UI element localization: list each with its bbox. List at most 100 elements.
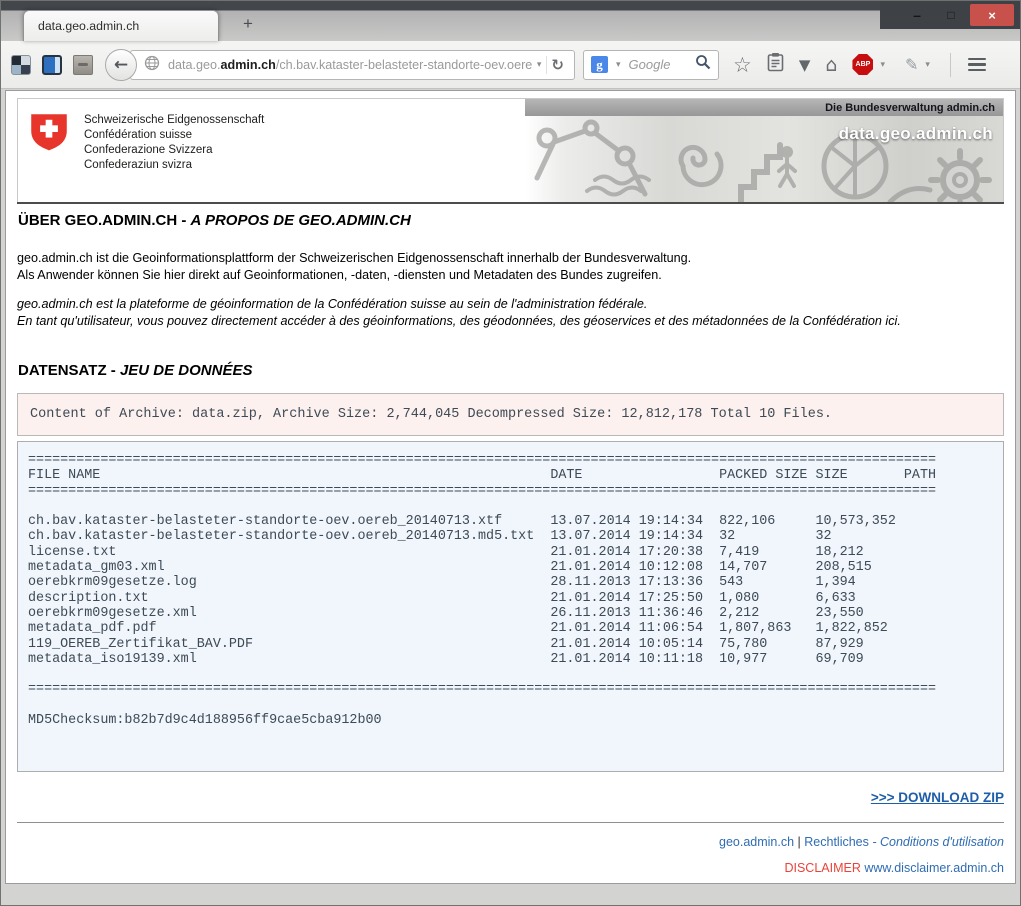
- legal-link[interactable]: Rechtliches: [804, 835, 869, 849]
- file-row: ch.bav.kataster-belasteter-standorte-oev…: [28, 514, 993, 529]
- navigation-toolbar: ← data.geo.admin.ch/ch.bav.kataster-bela…: [1, 41, 1020, 89]
- search-engine-caret-icon[interactable]: ▾: [611, 60, 626, 70]
- confederation-logo-block: Schweizerische Eidgenossenschaft Confédé…: [18, 99, 525, 202]
- about-heading-de: ÜBER GEO.ADMIN.CH: [18, 212, 177, 229]
- archive-summary-bar: Content of Archive: data.zip, Archive Si…: [17, 393, 1004, 436]
- dataset-heading-fr: JEU DE DONNÉES: [120, 362, 253, 379]
- toolbar-buttons: ☆ ▼ ⌂ ABP ▾ ✎ ▾: [733, 52, 988, 77]
- file-row: oerebkrm09gesetze.xml 26.11.2013 11:36:4…: [28, 606, 993, 621]
- file-row: metadata_gm03.xml 21.01.2014 10:12:08 14…: [28, 560, 993, 575]
- tab-title: data.geo.admin.ch: [38, 19, 139, 33]
- file-row: ch.bav.kataster-belasteter-standorte-oev…: [28, 529, 993, 544]
- maximize-button[interactable]: □: [936, 4, 966, 26]
- browser-tab[interactable]: data.geo.admin.ch: [23, 10, 219, 41]
- header-banner: Die Bundesverwaltung admin.ch data.geo.a…: [525, 99, 1003, 202]
- admin-bar-label[interactable]: Die Bundesverwaltung admin.ch: [825, 102, 995, 114]
- close-button[interactable]: ×: [970, 4, 1014, 26]
- admin-bar[interactable]: Die Bundesverwaltung admin.ch: [525, 99, 1003, 116]
- about-fr-line: geo.admin.ch est la plateforme de géoinf…: [17, 296, 1004, 313]
- about-fr-line: En tant qu'utilisateur, vous pouvez dire…: [17, 313, 1004, 330]
- confederation-names: Schweizerische Eidgenossenschaft Confédé…: [84, 112, 264, 202]
- listing-spacer: [28, 698, 993, 713]
- download-row: >>> DOWNLOAD ZIP: [17, 789, 1004, 807]
- logo-line: Schweizerische Eidgenossenschaft: [84, 113, 264, 128]
- logo-line: Confederazione Svizzera: [84, 143, 264, 158]
- site-header: Schweizerische Eidgenossenschaft Confédé…: [17, 98, 1004, 202]
- page-content: Schweizerische Eidgenossenschaft Confédé…: [6, 91, 1015, 875]
- file-row: 119_OEREB_Zertifikat_BAV.PDF 21.01.2014 …: [28, 637, 993, 652]
- dataset-heading: DATENSATZ - JEU DE DONNÉES: [18, 362, 1004, 379]
- listing-spacer: [28, 744, 993, 759]
- reload-icon[interactable]: ↻: [546, 56, 568, 74]
- swiss-shield-icon: [29, 112, 69, 202]
- disclaimer-label: DISCLAIMER: [784, 861, 860, 875]
- listing-spacer: [28, 667, 993, 682]
- listing-rule: ========================================…: [28, 484, 993, 499]
- back-arrow-icon: ←: [114, 55, 128, 75]
- downloads-icon[interactable]: ▼: [799, 56, 811, 74]
- file-row: description.txt 21.01.2014 17:25:50 1,08…: [28, 591, 993, 606]
- magnifier-icon[interactable]: [695, 54, 711, 75]
- search-box[interactable]: g ▾ Google: [583, 50, 719, 80]
- bookmark-star-icon[interactable]: ☆: [733, 53, 752, 77]
- window-controls: – □ ×: [880, 1, 1020, 29]
- file-row: metadata_iso19139.xml 21.01.2014 10:11:1…: [28, 652, 993, 667]
- toolbar-separator: [950, 53, 951, 77]
- about-heading-fr: A PROPOS DE GEO.ADMIN.CH: [191, 212, 411, 229]
- minimize-button[interactable]: –: [902, 4, 932, 26]
- new-tab-button[interactable]: +: [235, 14, 261, 34]
- site-title: data.geo.admin.ch: [839, 124, 993, 144]
- about-de-line: Als Anwender können Sie hier direkt auf …: [17, 267, 1004, 284]
- disclaimer-line: DISCLAIMER www.disclaimer.admin.ch: [17, 861, 1004, 875]
- url-domain: admin.ch: [221, 58, 276, 72]
- conditions-link[interactable]: - Conditions d'utilisation: [869, 835, 1004, 849]
- page-viewport: Schweizerische Eidgenossenschaft Confédé…: [5, 90, 1016, 884]
- search-input[interactable]: Google: [629, 57, 692, 72]
- logo-line: Confédération suisse: [84, 128, 264, 143]
- listing-spacer: [28, 728, 993, 743]
- listing-rule: ========================================…: [28, 453, 993, 468]
- listing-column-headers: FILE NAME DATE PACKED SIZE SIZE PATH: [28, 468, 993, 483]
- download-zip-link[interactable]: >>> DOWNLOAD ZIP: [871, 790, 1004, 805]
- url-bar[interactable]: data.geo.admin.ch/ch.bav.kataster-belast…: [130, 50, 575, 80]
- md5-checksum: MD5Checksum:b82b7d9c4d188956ff9cae5cba91…: [28, 713, 993, 728]
- about-heading: ÜBER GEO.ADMIN.CH - A PROPOS DE GEO.ADMI…: [18, 212, 1004, 229]
- devtool-pen-icon[interactable]: ✎: [905, 55, 918, 74]
- back-button[interactable]: ←: [105, 49, 137, 81]
- adblock-button[interactable]: ABP ▾: [852, 54, 890, 75]
- listing-spacer: [28, 499, 993, 514]
- devtool-caret-icon[interactable]: ▾: [920, 60, 935, 70]
- menu-hamburger-icon[interactable]: [966, 54, 988, 76]
- url-path: /ch.bav.kataster-belasteter-standorte-oe…: [276, 58, 532, 72]
- addon-buttons: [11, 55, 93, 75]
- about-de-line: geo.admin.ch ist die Geoinformationsplat…: [17, 250, 1004, 267]
- browser-window: data.geo.admin.ch + – □ × ← data.geo.adm…: [0, 0, 1021, 906]
- dataset-heading-de: DATENSATZ: [18, 362, 107, 379]
- sidebar-addon-icon[interactable]: [42, 55, 62, 75]
- adblock-icon[interactable]: ABP: [852, 54, 873, 75]
- file-row: metadata_pdf.pdf 21.01.2014 11:06:54 1,8…: [28, 621, 993, 636]
- google-favicon: g: [591, 56, 608, 73]
- url-text[interactable]: data.geo.admin.ch/ch.bav.kataster-belast…: [168, 58, 532, 72]
- adblock-caret-icon[interactable]: ▾: [875, 60, 890, 70]
- devtool-button[interactable]: ✎ ▾: [905, 55, 935, 74]
- urlbar-dropdown-icon[interactable]: ▾: [532, 60, 547, 70]
- listing-rule: ========================================…: [28, 682, 993, 697]
- archive-listing: ========================================…: [17, 441, 1004, 772]
- file-row: oerebkrm09gesetze.log 28.11.2013 17:13:3…: [28, 575, 993, 590]
- titlebar: data.geo.admin.ch + – □ ×: [1, 1, 1020, 41]
- home-icon[interactable]: ⌂: [825, 54, 837, 76]
- logo-line: Confederaziun svizra: [84, 158, 264, 173]
- footer-divider: [17, 822, 1004, 823]
- screenshot-addon-icon[interactable]: [11, 55, 31, 75]
- about-paragraph-de: geo.admin.ch ist die Geoinformationsplat…: [17, 250, 1004, 284]
- archive-addon-icon[interactable]: [73, 55, 93, 75]
- file-row: license.txt 21.01.2014 17:20:38 7,419 18…: [28, 545, 993, 560]
- geoadmin-link[interactable]: geo.admin.ch: [719, 835, 794, 849]
- bookmarks-clipboard-icon[interactable]: [767, 52, 784, 77]
- footer-links: geo.admin.ch | Rechtliches - Conditions …: [17, 835, 1004, 849]
- about-paragraph-fr: geo.admin.ch est la plateforme de géoinf…: [17, 296, 1004, 330]
- globe-icon: [144, 55, 160, 74]
- header-divider: [17, 202, 1004, 204]
- disclaimer-link[interactable]: www.disclaimer.admin.ch: [864, 861, 1004, 875]
